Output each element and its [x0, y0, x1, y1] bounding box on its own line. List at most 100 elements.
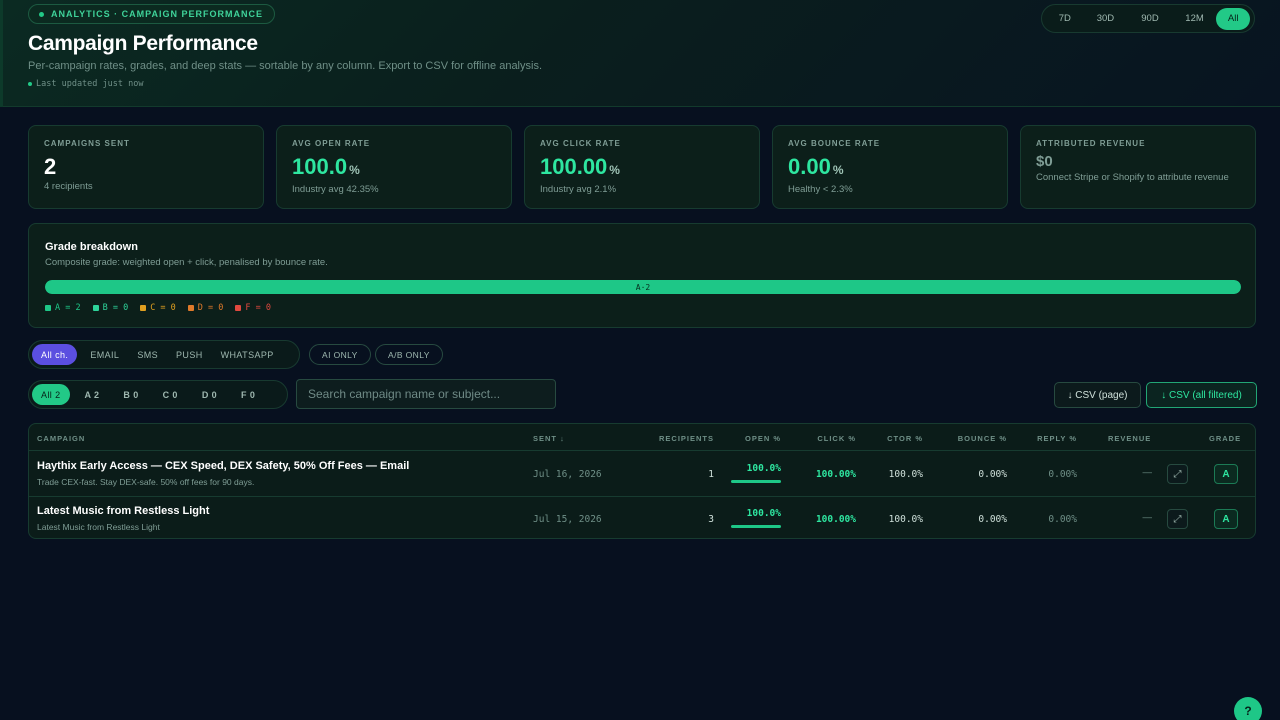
- grade-badge: A: [1214, 464, 1238, 484]
- ab-only-toggle[interactable]: A/B ONLY: [375, 344, 443, 365]
- legend-label: D = 0: [197, 303, 224, 313]
- legend-label: A = 2: [55, 303, 81, 313]
- grade-filter-b[interactable]: B 0: [114, 384, 147, 405]
- kpi-sub: Industry avg 2.1%: [540, 184, 617, 195]
- sent-date: Jul 16, 2026: [533, 469, 602, 480]
- col-grade[interactable]: GRADE: [1209, 434, 1241, 443]
- col-click[interactable]: CLICK %: [799, 434, 856, 443]
- table-header: CAMPAIGN SENT ↓ RECIPIENTS OPEN % CLICK …: [29, 424, 1255, 451]
- export-csv-page-button[interactable]: ↓ CSV (page): [1054, 382, 1141, 408]
- channel-whatsapp[interactable]: WHATSAPP: [212, 344, 283, 365]
- legend-label: B = 0: [102, 303, 129, 313]
- col-sent[interactable]: SENT ↓: [533, 434, 565, 443]
- recipients-count: 3: [708, 514, 714, 525]
- grade-breakdown-title: Grade breakdown: [45, 241, 138, 253]
- kpi-number: $0: [1036, 153, 1053, 170]
- open-rate: 100.0%: [746, 463, 781, 474]
- kpi-label: AVG CLICK RATE: [540, 139, 621, 148]
- revenue-value: —: [1142, 512, 1153, 523]
- grade-filter-f[interactable]: F 0: [232, 384, 264, 405]
- channel-push[interactable]: PUSH: [167, 344, 212, 365]
- col-recipients[interactable]: RECIPIENTS: [649, 434, 714, 443]
- channel-sms[interactable]: SMS: [128, 344, 167, 365]
- grade-filter-d[interactable]: D 0: [193, 384, 226, 405]
- kpi-campaigns-sent: CAMPAIGNS SENT 2 4 recipients: [28, 125, 264, 209]
- col-ctor[interactable]: CTOR %: [869, 434, 923, 443]
- recipients-count: 1: [708, 469, 714, 480]
- kpi-sub: Healthy < 2.3%: [788, 184, 853, 195]
- date-range-selector: 7D 30D 90D 12M All: [1041, 4, 1255, 33]
- search-input[interactable]: Search campaign name or subject...: [296, 379, 556, 409]
- kpi-unit: %: [609, 163, 620, 177]
- open-rate-bar: [731, 525, 781, 528]
- col-bounce[interactable]: BOUNCE %: [949, 434, 1007, 443]
- kpi-value: 100.0%: [292, 154, 496, 183]
- grade-filter: All 2 A 2 B 0 C 0 D 0 F 0: [28, 380, 288, 409]
- legend-label: C = 0: [150, 303, 176, 313]
- section-tag: ANALYTICS · CAMPAIGN PERFORMANCE: [28, 4, 276, 24]
- channel-all[interactable]: All ch.: [32, 344, 78, 365]
- range-90d[interactable]: 90D: [1127, 8, 1173, 30]
- range-all[interactable]: All: [1216, 7, 1250, 30]
- grade-filter-all[interactable]: All 2: [32, 384, 70, 405]
- col-open[interactable]: OPEN %: [729, 434, 781, 443]
- reply-rate: 0.00%: [1048, 514, 1077, 525]
- grade-breakdown-subtitle: Composite grade: weighted open + click, …: [45, 257, 328, 268]
- kpi-label: CAMPAIGNS SENT: [44, 139, 130, 148]
- kpi-sub: Connect Stripe or Shopify to attribute r…: [1036, 172, 1229, 183]
- grade-legend-item: B = 0: [92, 303, 129, 313]
- ai-only-toggle[interactable]: AI ONLY: [309, 344, 371, 365]
- campaign-name[interactable]: Haythix Early Access — CEX Speed, DEX Sa…: [37, 460, 409, 472]
- kpi-attributed-revenue: ATTRIBUTED REVENUE $0 Connect Stripe or …: [1020, 125, 1256, 209]
- legend-swatch-icon: [92, 305, 99, 311]
- kpi-number: 100.0: [292, 154, 348, 179]
- table-row[interactable]: Haythix Early Access — CEX Speed, DEX Sa…: [29, 452, 1255, 496]
- expand-icon[interactable]: ⤢: [1167, 509, 1188, 529]
- grade-legend-item: A = 2: [45, 303, 81, 313]
- legend-label: F = 0: [245, 303, 271, 313]
- legend-swatch-icon: [45, 305, 51, 311]
- grade-legend: A = 2 B = 0 C = 0 D = 0 F = 0: [45, 303, 271, 313]
- legend-swatch-icon: [235, 305, 242, 311]
- ctor-rate: 100.0%: [888, 469, 923, 480]
- page-header: ANALYTICS · CAMPAIGN PERFORMANCE Campaig…: [0, 0, 1280, 107]
- kpi-number: 2: [44, 154, 57, 179]
- reply-rate: 0.00%: [1048, 469, 1077, 480]
- range-30d[interactable]: 30D: [1084, 8, 1128, 30]
- col-revenue[interactable]: REVENUE: [1108, 434, 1151, 443]
- kpi-avg-open-rate: AVG OPEN RATE 100.0% Industry avg 42.35%: [276, 125, 512, 209]
- channel-email[interactable]: EMAIL: [81, 344, 128, 365]
- table-row[interactable]: Latest Music from Restless Light Latest …: [29, 496, 1255, 538]
- campaign-name[interactable]: Latest Music from Restless Light: [37, 505, 209, 517]
- help-button[interactable]: ?: [1234, 697, 1262, 720]
- open-rate: 100.0%: [746, 508, 781, 519]
- col-reply[interactable]: REPLY %: [1024, 434, 1077, 443]
- page-title: Campaign Performance: [28, 32, 258, 55]
- channel-filter: All ch. EMAIL SMS PUSH WHATSAPP: [28, 340, 300, 369]
- grade-filter-c[interactable]: C 0: [154, 384, 187, 405]
- campaign-subject: Latest Music from Restless Light: [37, 522, 160, 532]
- legend-swatch-icon: [187, 305, 194, 311]
- range-12m[interactable]: 12M: [1173, 8, 1217, 30]
- expand-icon[interactable]: ⤢: [1167, 464, 1188, 484]
- open-rate-bar: [731, 480, 781, 483]
- grade-legend-item: D = 0: [187, 303, 224, 313]
- kpi-unit: %: [832, 163, 844, 177]
- legend-swatch-icon: [140, 305, 147, 311]
- kpi-sub: 4 recipients: [44, 181, 93, 192]
- export-csv-all-button[interactable]: ↓ CSV (all filtered): [1146, 382, 1257, 408]
- grade-legend-item: C = 0: [140, 303, 176, 313]
- live-dot-icon: [28, 82, 32, 86]
- range-7d[interactable]: 7D: [1046, 8, 1084, 30]
- click-rate: 100.00%: [815, 469, 856, 480]
- kpi-sub: Industry avg 42.35%: [292, 184, 379, 195]
- grade-filter-a[interactable]: A 2: [76, 384, 109, 405]
- kpi-value: $0: [1036, 153, 1240, 171]
- col-campaign[interactable]: CAMPAIGN: [37, 434, 85, 443]
- grade-legend-item: F = 0: [235, 303, 271, 313]
- header-accent: [0, 0, 3, 107]
- kpi-avg-bounce-rate: AVG BOUNCE RATE 0.00% Healthy < 2.3%: [772, 125, 1008, 209]
- kpi-value: 2: [44, 154, 248, 180]
- status-dot-icon: [39, 11, 44, 17]
- kpi-value: 0.00%: [788, 154, 992, 183]
